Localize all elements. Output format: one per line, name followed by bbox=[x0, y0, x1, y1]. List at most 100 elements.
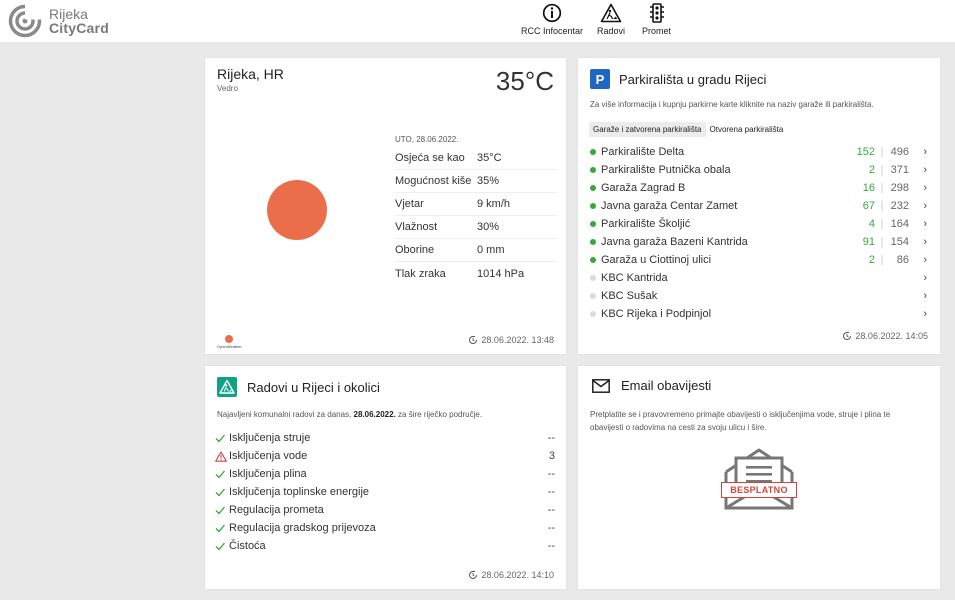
warning-icon bbox=[215, 450, 227, 462]
works-item-name: Regulacija prometa bbox=[229, 504, 324, 516]
weather-date: UTO, 28.06.2022. bbox=[395, 135, 459, 144]
parking-name: KBC Rijeka i Podpinjol bbox=[601, 308, 712, 320]
works-updated-time: 28.06.2022. 14:10 bbox=[481, 570, 554, 580]
nav-rcc-infocentar[interactable]: RCC Infocentar bbox=[521, 3, 583, 36]
rijeka-citycard-logo[interactable]: Rijeka CityCard bbox=[8, 4, 109, 38]
chevron-right-icon: › bbox=[923, 200, 927, 212]
brand-line-1: Rijeka bbox=[49, 6, 88, 22]
top-bar: Rijeka CityCard RCC Infocentar Radovi Pr… bbox=[0, 0, 955, 42]
parking-name: Parkiralište Delta bbox=[601, 146, 685, 158]
parking-item[interactable]: Javna garaža Centar Zamet 67 | 232 › bbox=[590, 197, 927, 215]
parking-total: 496 bbox=[890, 146, 909, 158]
works-item[interactable]: Isključenja plina -- bbox=[215, 465, 555, 483]
parking-name: Garaža u Ciottinoj ulici bbox=[601, 254, 712, 266]
weather-label: Tlak zraka bbox=[395, 267, 446, 280]
parking-item[interactable]: KBC Sušak › bbox=[590, 287, 927, 305]
parking-item[interactable]: KBC Kantrida › bbox=[590, 269, 927, 287]
parking-item[interactable]: Parkiralište Školjić 4 | 164 › bbox=[590, 215, 927, 233]
parking-free: 16 bbox=[862, 182, 875, 194]
chevron-right-icon: › bbox=[923, 236, 927, 248]
parking-item[interactable]: Parkiralište Putnička obala 2 | 371 › bbox=[590, 161, 927, 179]
nav-radovi[interactable]: Radovi bbox=[597, 3, 625, 36]
status-dot-icon bbox=[590, 203, 596, 209]
email-title: Email obavijesti bbox=[621, 378, 712, 393]
chevron-right-icon: › bbox=[923, 290, 927, 302]
works-info-prefix: Najavljeni komunalni radovi za danas, bbox=[217, 410, 352, 419]
citycard-logo-icon bbox=[8, 4, 42, 38]
parking-info: Za više informacija i kupnju parkirne ka… bbox=[590, 100, 874, 109]
envelope-icon bbox=[592, 378, 610, 393]
works-item-count: -- bbox=[547, 504, 555, 516]
parking-item[interactable]: KBC Rijeka i Podpinjol › bbox=[590, 305, 927, 323]
chevron-right-icon: › bbox=[923, 218, 927, 230]
parking-name: Parkiralište Školjić bbox=[601, 218, 691, 230]
openweather-logo-icon bbox=[225, 335, 234, 343]
status-dot-icon bbox=[590, 167, 596, 173]
works-item[interactable]: Isključenja toplinske energije -- bbox=[215, 483, 555, 501]
weather-row: Mogućnost kiše 35% bbox=[395, 170, 557, 193]
parking-total: 164 bbox=[890, 218, 909, 230]
parking-name: KBC Kantrida bbox=[601, 272, 668, 284]
parking-name: Javna garaža Bazeni Kantrida bbox=[601, 236, 748, 248]
weather-row: Vlažnost 30% bbox=[395, 216, 557, 239]
parking-updated-time: 28.06.2022. 14:05 bbox=[855, 331, 928, 341]
weather-value: 1014 hPa bbox=[477, 267, 525, 280]
works-item[interactable]: Isključenja vode 3 bbox=[215, 447, 555, 465]
free-stamp: BESPLATNO bbox=[721, 482, 797, 498]
tab-garaze[interactable]: Garaže i zatvorena parkirališta bbox=[589, 122, 706, 137]
chevron-right-icon: › bbox=[923, 254, 927, 266]
weather-label: Mogućnost kiše bbox=[395, 175, 472, 187]
parking-item[interactable]: Parkiralište Delta 152 | 496 › bbox=[590, 143, 927, 161]
parking-separator: | bbox=[880, 218, 884, 230]
chevron-right-icon: › bbox=[923, 146, 927, 158]
works-title: Radovi u Rijeci i okolici bbox=[247, 379, 380, 395]
parking-item[interactable]: Javna garaža Bazeni Kantrida 91 | 154 › bbox=[590, 233, 927, 251]
tab-otvorena[interactable]: Otvorena parkirališta bbox=[706, 122, 788, 137]
status-dot-icon bbox=[590, 185, 596, 191]
nav-promet[interactable]: Promet bbox=[642, 3, 671, 36]
check-icon bbox=[215, 487, 227, 497]
brand-line-2: CityCard bbox=[49, 20, 109, 36]
works-item[interactable]: Isključenja struje -- bbox=[215, 429, 555, 447]
weather-value: 30% bbox=[477, 221, 500, 233]
status-dot-icon bbox=[590, 149, 596, 155]
parking-item[interactable]: Garaža u Ciottinoj ulici 2 | 86 › bbox=[590, 251, 927, 269]
parking-item[interactable]: Garaža Zagrad B 16 | 298 › bbox=[590, 179, 927, 197]
works-item-count: 3 bbox=[548, 450, 555, 462]
nav-label-promet: Promet bbox=[642, 26, 672, 36]
parking-title: Parkirališta u gradu Rijeci bbox=[619, 71, 767, 87]
parking-total: 86 bbox=[896, 254, 909, 266]
works-item[interactable]: Regulacija gradskog prijevoza -- bbox=[215, 519, 555, 537]
works-item[interactable]: Čistoća -- bbox=[215, 537, 555, 555]
weather-row: Osjeća se kao 35°C bbox=[395, 147, 557, 170]
parking-name: KBC Sušak bbox=[601, 290, 658, 302]
refresh-clock-icon bbox=[843, 332, 852, 340]
openweather-logo[interactable]: OpenWeather bbox=[217, 335, 242, 349]
newsletter-envelope-icon bbox=[724, 448, 794, 510]
weather-label: Vjetar bbox=[395, 198, 424, 210]
nav-label-radovi: Radovi bbox=[597, 26, 626, 36]
weather-row: Oborine 0 mm bbox=[395, 239, 557, 262]
weather-updated-time: 28.06.2022. 13:48 bbox=[481, 335, 554, 345]
parking-total: 371 bbox=[890, 164, 909, 176]
parking-tabs: Garaže i zatvorena parkirališta Otvorena… bbox=[589, 122, 787, 137]
weather-value: 9 km/h bbox=[477, 198, 511, 210]
nav-label-infocentar: RCC Infocentar bbox=[521, 26, 584, 36]
status-dot-icon bbox=[590, 275, 596, 281]
works-item[interactable]: Regulacija prometa -- bbox=[215, 501, 555, 519]
works-item-name: Isključenja struje bbox=[229, 432, 311, 444]
works-item-count: -- bbox=[547, 432, 555, 444]
refresh-clock-icon bbox=[469, 571, 478, 579]
chevron-right-icon: › bbox=[923, 182, 927, 194]
email-subscribe-illustration[interactable]: BESPLATNO bbox=[721, 448, 797, 515]
weather-card: Rijeka, HR Vedro 35°C UTO, 28.06.2022. O… bbox=[205, 58, 566, 354]
works-item-count: -- bbox=[547, 540, 555, 552]
weather-label: Oborine bbox=[395, 244, 435, 256]
status-dot-icon bbox=[590, 311, 596, 317]
works-list: Isključenja struje -- Isključenja vode 3 Isk… bbox=[215, 429, 555, 555]
works-item-name: Čistoća bbox=[229, 540, 266, 552]
weather-label: Osjeća se kao bbox=[395, 152, 465, 164]
works-item-count: -- bbox=[547, 522, 555, 534]
check-icon bbox=[215, 523, 227, 533]
openweather-label: OpenWeather bbox=[217, 344, 242, 349]
